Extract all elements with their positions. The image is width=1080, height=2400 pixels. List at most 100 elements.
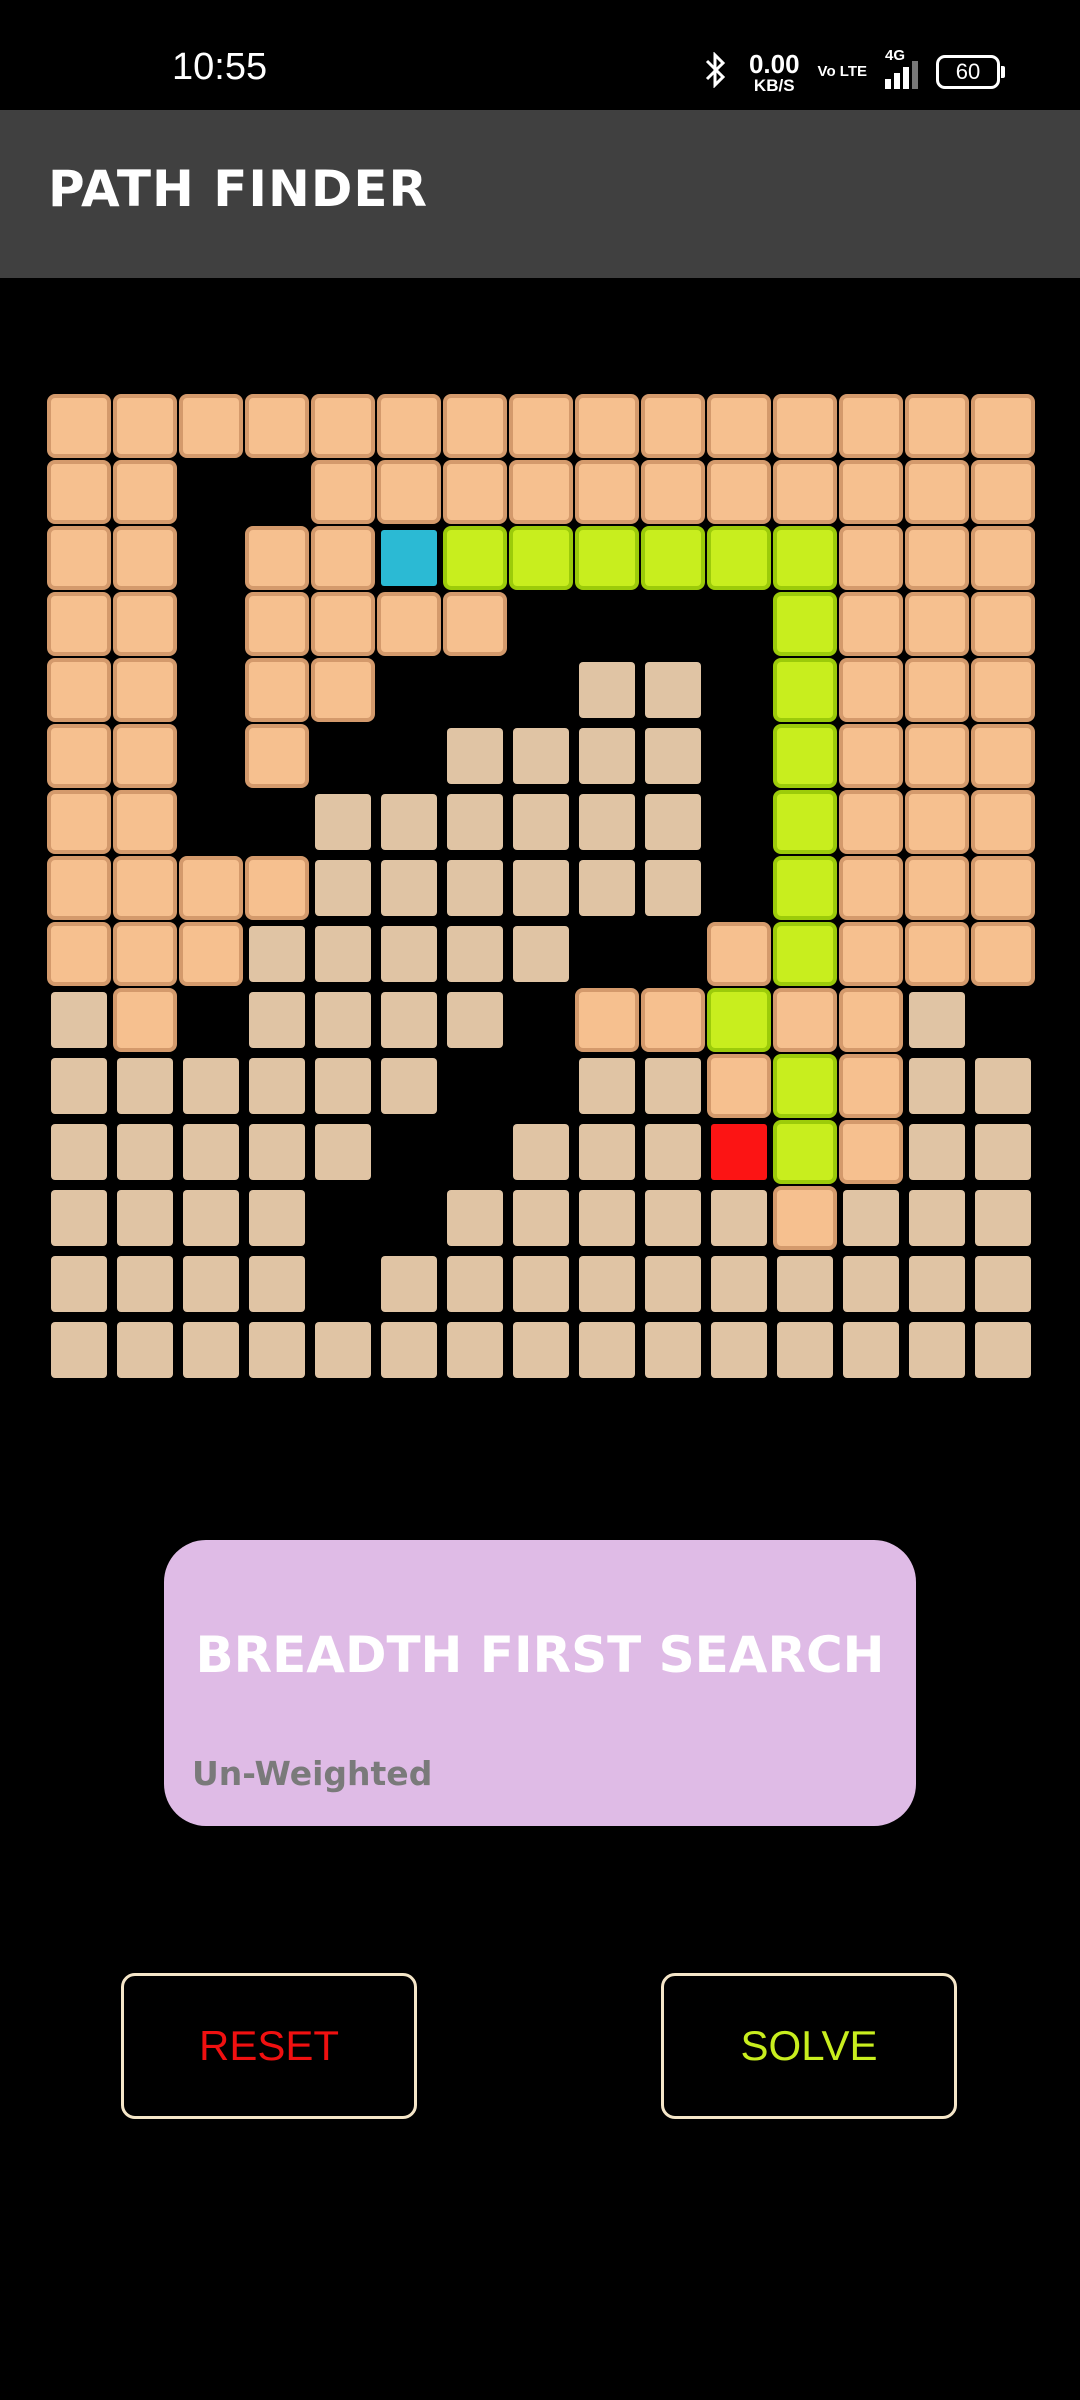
grid-cell-visited[interactable]: [839, 922, 903, 986]
grid-cell-empty[interactable]: [381, 1058, 437, 1114]
grid-cell-visited[interactable]: [905, 658, 969, 722]
grid-cell-visited[interactable]: [377, 592, 441, 656]
grid-cell-empty[interactable]: [513, 794, 569, 850]
grid-cell-empty[interactable]: [909, 1322, 965, 1378]
grid-cell-path[interactable]: [575, 526, 639, 590]
grid-cell-empty[interactable]: [579, 1190, 635, 1246]
grid-cell-empty[interactable]: [579, 662, 635, 718]
grid-cell-end[interactable]: [711, 1124, 767, 1180]
grid-cell-empty[interactable]: [51, 992, 107, 1048]
grid-cell-visited[interactable]: [113, 658, 177, 722]
grid-cell-empty[interactable]: [909, 1058, 965, 1114]
grid-cell-empty[interactable]: [249, 1124, 305, 1180]
grid-cell-empty[interactable]: [447, 1190, 503, 1246]
grid-cell-empty[interactable]: [975, 1058, 1031, 1114]
grid-cell-empty[interactable]: [579, 1322, 635, 1378]
grid-cell-empty[interactable]: [513, 860, 569, 916]
grid-cell-visited[interactable]: [905, 922, 969, 986]
grid-cell-path[interactable]: [707, 988, 771, 1052]
grid-cell-empty[interactable]: [777, 1256, 833, 1312]
grid-cell-visited[interactable]: [839, 460, 903, 524]
grid-cell-path[interactable]: [773, 1120, 837, 1184]
grid-cell-empty[interactable]: [711, 1190, 767, 1246]
grid-cell-visited[interactable]: [509, 394, 573, 458]
grid-cell-visited[interactable]: [47, 460, 111, 524]
grid-cell-path[interactable]: [707, 526, 771, 590]
grid-cell-empty[interactable]: [183, 1322, 239, 1378]
grid-cell-visited[interactable]: [971, 658, 1035, 722]
grid-cell-visited[interactable]: [905, 592, 969, 656]
grid-cell-visited[interactable]: [575, 394, 639, 458]
grid-cell-visited[interactable]: [113, 724, 177, 788]
grid-cell-empty[interactable]: [909, 992, 965, 1048]
grid-cell-empty[interactable]: [645, 1322, 701, 1378]
grid-cell-visited[interactable]: [839, 592, 903, 656]
grid-cell-visited[interactable]: [113, 394, 177, 458]
grid-cell-visited[interactable]: [641, 988, 705, 1052]
grid-cell-visited[interactable]: [575, 460, 639, 524]
grid-cell-empty[interactable]: [909, 1124, 965, 1180]
grid-cell-empty[interactable]: [249, 992, 305, 1048]
grid-cell-empty[interactable]: [381, 926, 437, 982]
grid-cell-visited[interactable]: [47, 394, 111, 458]
grid-cell-visited[interactable]: [971, 394, 1035, 458]
grid-cell-empty[interactable]: [249, 1256, 305, 1312]
grid-cell-visited[interactable]: [311, 460, 375, 524]
solve-button[interactable]: SOLVE: [661, 1973, 957, 2119]
grid-cell-visited[interactable]: [707, 922, 771, 986]
grid-cell-visited[interactable]: [113, 922, 177, 986]
grid-cell-path[interactable]: [641, 526, 705, 590]
grid-cell-visited[interactable]: [707, 394, 771, 458]
grid-cell-visited[interactable]: [311, 526, 375, 590]
grid-cell-empty[interactable]: [645, 1058, 701, 1114]
grid-cell-visited[interactable]: [245, 394, 309, 458]
grid-cell-empty[interactable]: [249, 1058, 305, 1114]
grid-cell-visited[interactable]: [113, 790, 177, 854]
grid-cell-empty[interactable]: [447, 1256, 503, 1312]
grid-cell-empty[interactable]: [315, 1058, 371, 1114]
grid-cell-empty[interactable]: [645, 1124, 701, 1180]
grid-cell-empty[interactable]: [315, 1124, 371, 1180]
grid-cell-empty[interactable]: [645, 1256, 701, 1312]
grid-cell-path[interactable]: [773, 592, 837, 656]
grid-cell-visited[interactable]: [971, 922, 1035, 986]
grid-cell-start[interactable]: [381, 530, 437, 586]
grid-cell-empty[interactable]: [645, 728, 701, 784]
grid-cell-empty[interactable]: [447, 1322, 503, 1378]
grid-cell-empty[interactable]: [843, 1256, 899, 1312]
grid-cell-path[interactable]: [773, 1054, 837, 1118]
grid-cell-empty[interactable]: [447, 860, 503, 916]
grid-cell-empty[interactable]: [183, 1256, 239, 1312]
grid-cell-visited[interactable]: [179, 922, 243, 986]
grid-cell-empty[interactable]: [513, 1322, 569, 1378]
grid-cell-visited[interactable]: [575, 988, 639, 1052]
grid-cell-visited[interactable]: [47, 592, 111, 656]
grid-cell-visited[interactable]: [839, 724, 903, 788]
grid-cell-visited[interactable]: [905, 526, 969, 590]
grid-cell-visited[interactable]: [971, 856, 1035, 920]
grid-cell-empty[interactable]: [117, 1124, 173, 1180]
grid-cell-visited[interactable]: [839, 1120, 903, 1184]
grid-cell-visited[interactable]: [113, 526, 177, 590]
grid-cell-empty[interactable]: [645, 860, 701, 916]
grid-cell-empty[interactable]: [975, 1124, 1031, 1180]
grid-cell-empty[interactable]: [51, 1058, 107, 1114]
grid-cell-empty[interactable]: [579, 728, 635, 784]
grid-cell-empty[interactable]: [909, 1190, 965, 1246]
grid-cell-empty[interactable]: [117, 1322, 173, 1378]
grid-cell-empty[interactable]: [579, 794, 635, 850]
grid-cell-visited[interactable]: [905, 460, 969, 524]
grid-cell-empty[interactable]: [315, 794, 371, 850]
grid-cell-visited[interactable]: [179, 394, 243, 458]
grid-cell-empty[interactable]: [447, 992, 503, 1048]
grid-cell-empty[interactable]: [711, 1322, 767, 1378]
grid-cell-path[interactable]: [773, 790, 837, 854]
grid-cell-empty[interactable]: [315, 1322, 371, 1378]
grid-cell-visited[interactable]: [113, 592, 177, 656]
grid-cell-visited[interactable]: [377, 460, 441, 524]
grid-cell-visited[interactable]: [245, 592, 309, 656]
grid-cell-empty[interactable]: [183, 1190, 239, 1246]
grid-cell-empty[interactable]: [249, 926, 305, 982]
grid-cell-empty[interactable]: [777, 1322, 833, 1378]
grid-cell-visited[interactable]: [113, 460, 177, 524]
